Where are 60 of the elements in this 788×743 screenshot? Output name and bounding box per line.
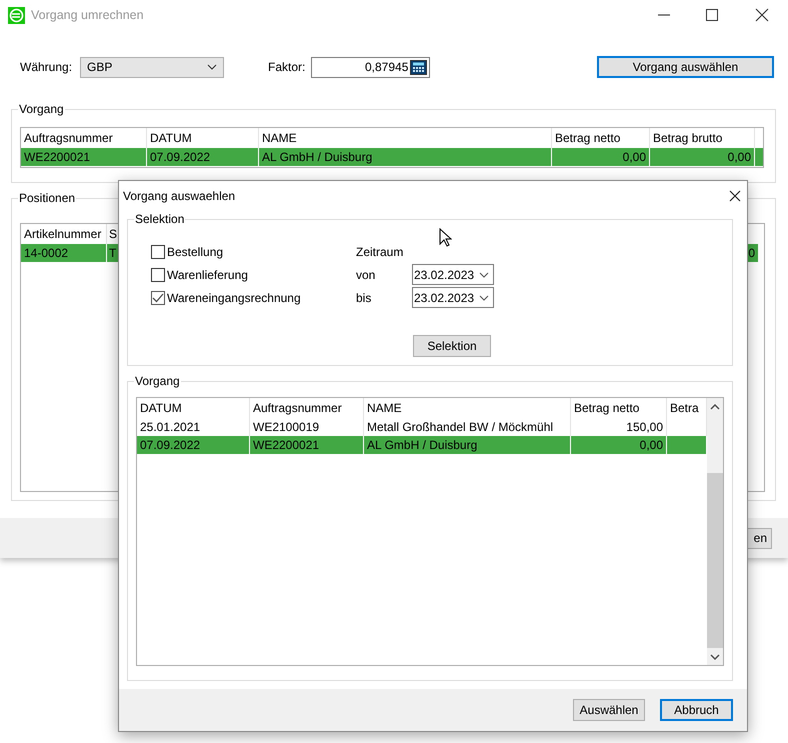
checkbox[interactable]: [151, 268, 165, 282]
group-label: Selektion: [134, 212, 186, 226]
chevron-up-icon: [710, 404, 720, 410]
scrollbar[interactable]: [707, 398, 723, 665]
minimize-icon: [658, 14, 670, 16]
factor-label: Faktor:: [268, 59, 306, 76]
table-cell: AL GmbH / Duisburg: [262, 150, 372, 164]
dialog-button[interactable]: Auswählen: [573, 699, 645, 721]
calculator-icon: [410, 60, 428, 74]
column-header[interactable]: Betrag netto: [571, 398, 667, 418]
group-label: Vorgang: [134, 374, 181, 388]
table-cell: 07.09.2022: [150, 150, 210, 164]
checkbox[interactable]: [151, 290, 165, 304]
group-label: Positionen: [18, 191, 76, 205]
chevron-down-icon: [479, 294, 489, 300]
table-cell: WE2200021: [24, 150, 90, 164]
date-picker[interactable]: 23.02.2023: [412, 287, 494, 308]
table-cell: 14-0002: [24, 246, 68, 260]
dialog-title: Vorgang auswaehlen: [123, 188, 236, 205]
table-cell: 0,00: [640, 438, 663, 452]
table-cell: Metall Großhandel BW / Möckmühl: [367, 420, 554, 434]
chevron-down-icon: [479, 272, 489, 278]
table-cell: WE2200021: [253, 438, 320, 452]
checkbox-label[interactable]: Wareneingangsrechnung: [167, 288, 356, 306]
table-cell: 0,00: [728, 150, 751, 164]
date-label: bis: [356, 290, 372, 306]
table-cell: WE2100019: [253, 420, 320, 434]
column-header[interactable]: Auftragsnummer: [250, 398, 364, 418]
table-cell: 0: [748, 246, 755, 260]
table-row[interactable]: 07.09.2022 WE2200021 AL GmbH / Duisburg 0,00: [137, 436, 707, 454]
selection-button[interactable]: Selektion: [413, 335, 491, 357]
select-process-button[interactable]: Vorgang auswählen: [597, 56, 774, 78]
column-header[interactable]: NAME: [364, 398, 571, 418]
checkbox[interactable]: [151, 244, 165, 258]
dialog-button[interactable]: Abbruch: [660, 699, 733, 721]
currency-dropdown[interactable]: GBP: [80, 56, 224, 78]
column-header[interactable]: DATUM: [137, 398, 250, 418]
group-label: Vorgang: [18, 102, 65, 116]
table-cell: 07.09.2022: [140, 438, 200, 452]
chevron-down-icon: [207, 64, 218, 70]
checkbox-label[interactable]: Bestellung: [167, 242, 356, 260]
table-cell: T: [109, 246, 116, 260]
close-icon: [754, 7, 770, 23]
table-cell: 0,00: [622, 150, 646, 164]
factor-field[interactable]: 0,87945: [311, 56, 430, 78]
window-title: Vorgang umrechnen: [31, 6, 144, 24]
app-icon: [8, 6, 25, 24]
date-label: von: [356, 266, 376, 284]
period-label: Zeitraum: [356, 244, 404, 260]
maximize-icon: [704, 7, 720, 23]
table-row[interactable]: WE2200021 07.09.2022 AL GmbH / Duisburg 0,00 0,00: [21, 148, 763, 166]
currency-label: Währung:: [20, 59, 72, 76]
cursor-icon: [439, 228, 452, 248]
close-icon: [729, 190, 741, 202]
date-picker[interactable]: 23.02.2023: [412, 264, 494, 285]
chevron-down-icon: [710, 654, 720, 660]
checkbox-label[interactable]: Warenlieferung: [167, 266, 356, 284]
table-cell: AL GmbH / Duisburg: [367, 438, 478, 452]
table-cell: 150,00: [626, 420, 663, 434]
table-cell: 25.01.2021: [140, 420, 200, 434]
